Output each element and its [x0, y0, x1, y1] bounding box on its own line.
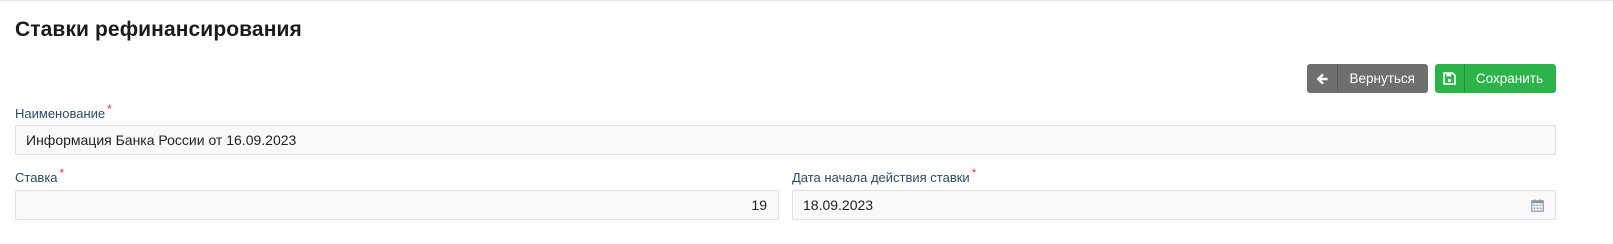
top-divider: [0, 0, 1613, 1]
back-button-label: Вернуться: [1349, 71, 1415, 86]
rate-field-label: Ставка *: [15, 166, 64, 185]
calendar-icon[interactable]: [1531, 199, 1544, 212]
name-input-value: Информация Банка России от 16.09.2023: [26, 132, 297, 148]
start-date-input-value: 18.09.2023: [803, 197, 874, 213]
required-marker: *: [107, 102, 112, 116]
required-marker: *: [59, 166, 65, 180]
name-field-label: Наименование *: [15, 102, 112, 121]
start-date-input[interactable]: 18.09.2023: [792, 190, 1556, 220]
rate-label-text: Ставка: [15, 170, 58, 185]
name-input[interactable]: Информация Банка России от 16.09.2023: [15, 125, 1556, 155]
start-date-field-label: Дата начала действия ставки *: [792, 166, 976, 185]
page-title: Ставки рефинансирования: [15, 18, 302, 41]
toolbar: Вернуться Сохранить: [1307, 64, 1556, 93]
rate-input[interactable]: 19: [15, 190, 779, 220]
required-marker: *: [971, 166, 977, 180]
rate-input-value: 19: [751, 197, 767, 213]
floppy-disk-icon: [1435, 64, 1465, 93]
save-button-label: Сохранить: [1475, 71, 1543, 86]
arrow-left-icon: [1307, 64, 1339, 93]
back-button[interactable]: Вернуться: [1307, 64, 1428, 93]
save-button[interactable]: Сохранить: [1435, 64, 1556, 93]
start-date-label-text: Дата начала действия ставки: [792, 170, 970, 185]
name-label-text: Наименование: [15, 106, 106, 121]
